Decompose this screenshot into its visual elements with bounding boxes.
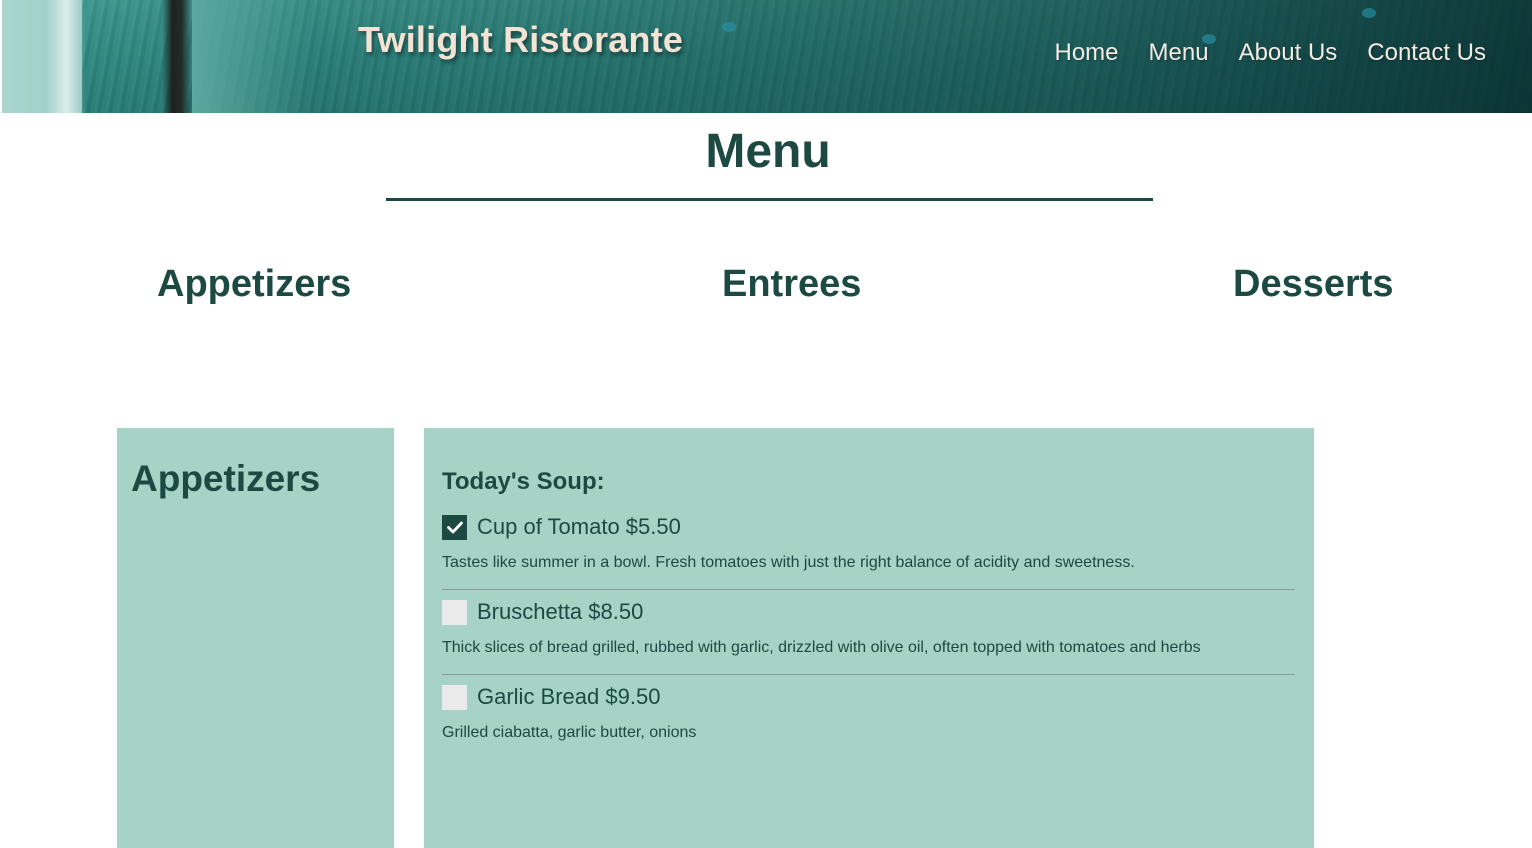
category-tab-appetizers[interactable]: Appetizers — [157, 263, 351, 306]
title-divider — [386, 198, 1153, 201]
main-nav: Home Menu About Us Contact Us — [1054, 39, 1486, 67]
brand-title[interactable]: Twilight Ristorante — [358, 19, 683, 61]
item-checkbox[interactable] — [442, 684, 467, 710]
menu-item-row: Bruschetta $8.50 — [442, 599, 1295, 625]
nav-link-menu[interactable]: Menu — [1149, 39, 1209, 67]
header-background-speck — [722, 22, 736, 32]
item-name[interactable]: Bruschetta $8.50 — [477, 599, 643, 625]
item-divider — [442, 589, 1295, 590]
item-divider — [442, 674, 1295, 675]
menu-item-row: Garlic Bread $9.50 — [442, 684, 1295, 710]
item-checkbox[interactable] — [442, 599, 467, 625]
nav-link-home[interactable]: Home — [1054, 39, 1118, 67]
menu-item: Garlic Bread $9.50 Grilled ciabatta, gar… — [442, 684, 1295, 742]
category-tab-desserts[interactable]: Desserts — [1233, 263, 1394, 306]
section-label: Today's Soup: — [442, 468, 605, 495]
item-name[interactable]: Garlic Bread $9.50 — [477, 684, 660, 710]
nav-link-about-us[interactable]: About Us — [1239, 39, 1338, 67]
header-background-highlight — [46, 0, 86, 113]
menu-item: Cup of Tomato $5.50 Tastes like summer i… — [442, 514, 1295, 572]
header-background-speck — [1362, 8, 1376, 18]
menu-item-row: Cup of Tomato $5.50 — [442, 514, 1295, 540]
check-icon — [446, 521, 463, 533]
page-title: Menu — [705, 125, 831, 178]
menu-item: Bruschetta $8.50 Thick slices of bread g… — [442, 599, 1295, 657]
item-description: Tastes like summer in a bowl. Fresh toma… — [442, 554, 1135, 571]
category-side-panel: Appetizers — [117, 428, 394, 848]
item-description: Thick slices of bread grilled, rubbed wi… — [442, 639, 1201, 656]
menu-items-panel: Today's Soup: Cup of Tomato $5.50 Tastes… — [424, 428, 1314, 848]
side-panel-heading: Appetizers — [131, 458, 321, 499]
header-background-post — [162, 0, 192, 113]
nav-link-contact-us[interactable]: Contact Us — [1367, 39, 1486, 67]
item-checkbox[interactable] — [442, 514, 467, 540]
item-description: Grilled ciabatta, garlic butter, onions — [442, 724, 697, 741]
header-background-glow — [192, 0, 312, 113]
site-header: Twilight Ristorante Home Menu About Us C… — [2, 0, 1532, 113]
category-tab-entrees[interactable]: Entrees — [722, 263, 861, 306]
item-name[interactable]: Cup of Tomato $5.50 — [477, 514, 681, 540]
